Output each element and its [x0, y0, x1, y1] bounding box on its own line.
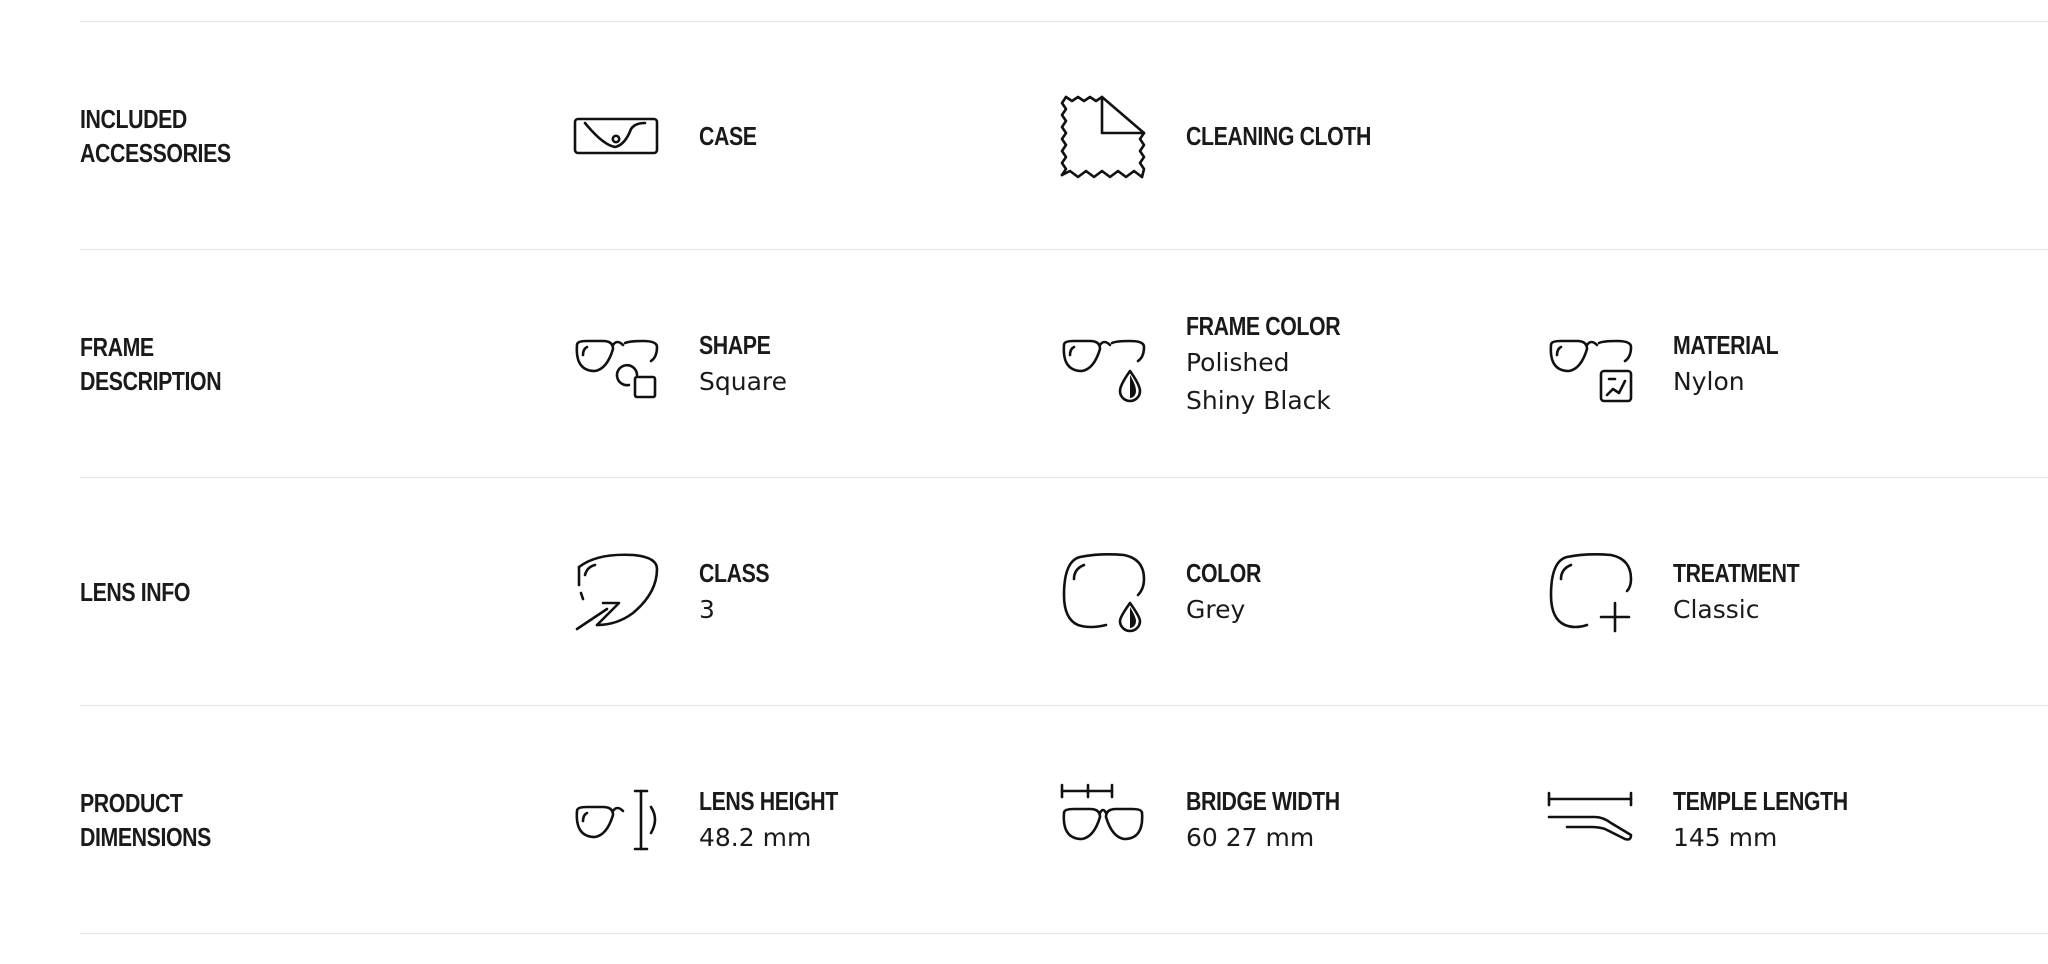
row-title: LENS INFO — [80, 576, 191, 607]
row-title: INCLUDED ACCESSORIES — [80, 103, 231, 168]
spec-row-product-dimensions: PRODUCT DIMENSIONS LENS HEIGHT 48.2 mm B… — [80, 705, 2048, 934]
spec-label: COLOR — [1186, 557, 1261, 588]
spec-value: Grey — [1186, 594, 1246, 624]
spec-value: Nylon — [1673, 366, 1745, 396]
lens-color-icon — [1060, 549, 1146, 635]
spec-item-lens-color: COLOR Grey — [1060, 502, 1277, 682]
lens-height-icon — [573, 777, 659, 863]
spec-value: Polished Shiny Black — [1186, 347, 1331, 415]
frame-material-icon — [1547, 321, 1633, 407]
product-specs-table: INCLUDED ACCESSORIES CASE CLEANING CLOTH… — [80, 21, 2048, 934]
spec-item-case: CASE — [573, 46, 769, 226]
spec-item-frame-color: FRAME COLOR Polished Shiny Black — [1060, 274, 1374, 454]
spec-item-bridge-width: BRIDGE WIDTH 60 27 mm — [1060, 730, 1374, 910]
spec-label: BRIDGE WIDTH — [1186, 785, 1340, 816]
row-title: PRODUCT DIMENSIONS — [80, 787, 211, 852]
frame-shape-icon — [573, 321, 659, 407]
spec-label: CLEANING CLOTH — [1186, 120, 1371, 151]
spec-label: FRAME COLOR — [1186, 310, 1341, 341]
spec-label: TEMPLE LENGTH — [1673, 785, 1848, 816]
spec-label: TREATMENT — [1673, 557, 1800, 588]
case-icon — [573, 93, 659, 179]
spec-item-shape: SHAPE Square — [573, 274, 787, 454]
spec-row-frame-description: FRAME DESCRIPTION SHAPE Square FRAME COL… — [80, 249, 2048, 477]
frame-color-icon — [1060, 321, 1146, 407]
spec-label: CASE — [699, 120, 757, 151]
spec-value: 145 mm — [1673, 822, 1778, 852]
lens-treatment-icon — [1547, 549, 1633, 635]
spec-value: Square — [699, 366, 788, 396]
spec-row-included-accessories: INCLUDED ACCESSORIES CASE CLEANING CLOTH — [80, 21, 2048, 249]
temple-length-icon — [1547, 777, 1633, 863]
bridge-width-icon — [1060, 777, 1146, 863]
spec-label: CLASS — [699, 557, 770, 588]
spec-item-material: MATERIAL Nylon — [1547, 274, 1801, 454]
lens-class-icon — [573, 549, 659, 635]
spec-value: 48.2 mm — [699, 822, 812, 852]
cleaning-cloth-icon — [1060, 93, 1146, 179]
spec-label: MATERIAL — [1673, 329, 1779, 360]
row-title: FRAME DESCRIPTION — [80, 331, 222, 396]
spec-row-lens-info: LENS INFO CLASS 3 COLOR Grey TREATMENT C… — [80, 477, 2048, 705]
spec-value: 3 — [699, 594, 715, 624]
spec-label: SHAPE — [699, 329, 771, 360]
spec-value: 60 27 mm — [1186, 822, 1315, 852]
spec-item-cleaning-cloth: CLEANING CLOTH — [1060, 46, 1412, 226]
spec-item-treatment: TREATMENT Classic — [1547, 502, 1827, 682]
spec-value: Classic — [1673, 594, 1760, 624]
spec-item-temple-length: TEMPLE LENGTH 145 mm — [1547, 730, 1886, 910]
spec-item-lens-height: LENS HEIGHT 48.2 mm — [573, 730, 868, 910]
spec-label: LENS HEIGHT — [699, 785, 838, 816]
spec-item-class: CLASS 3 — [573, 502, 785, 682]
